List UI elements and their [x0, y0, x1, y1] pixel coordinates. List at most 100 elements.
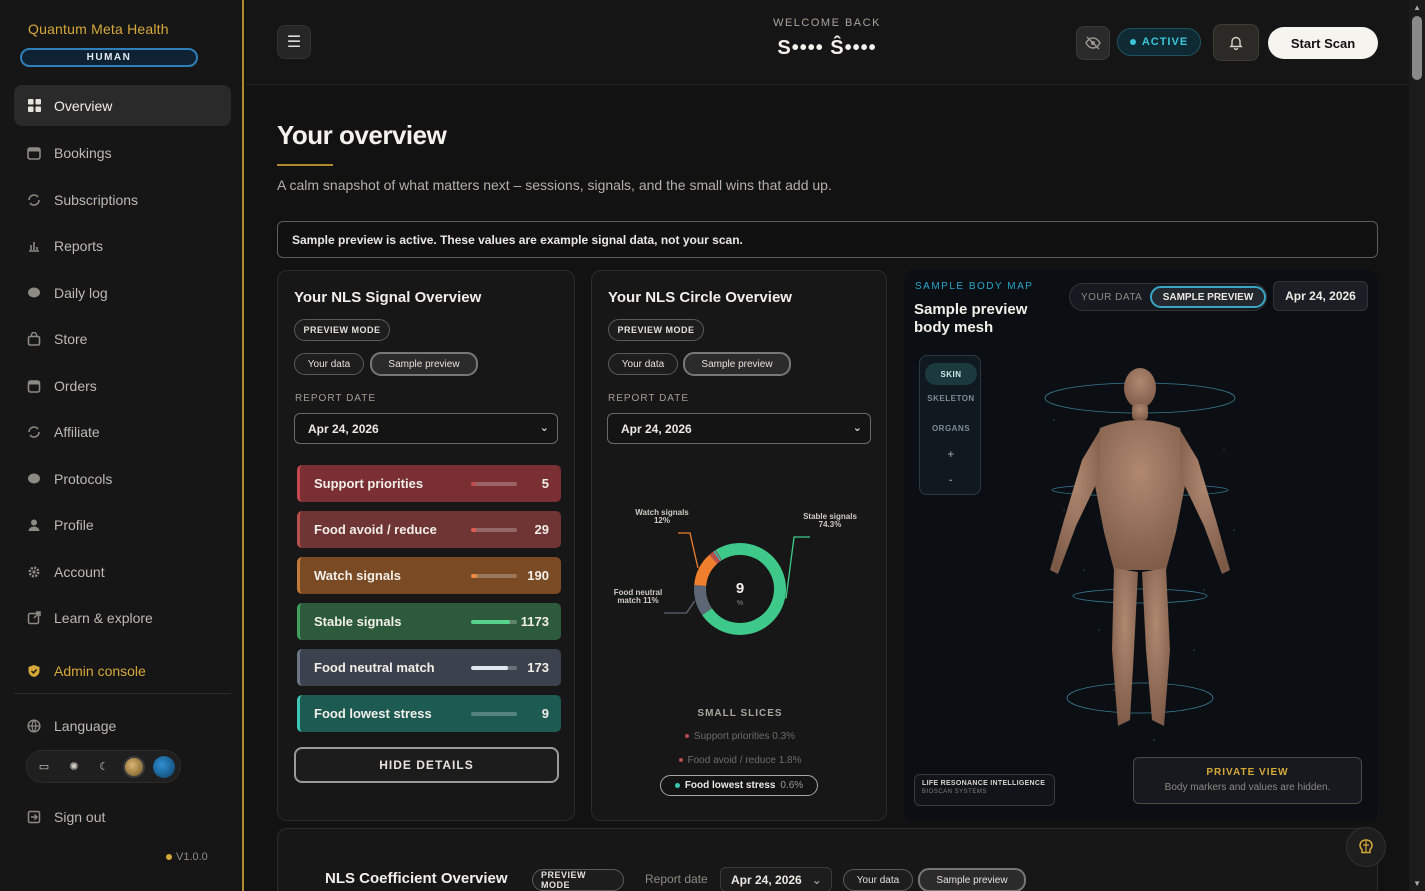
chevron-down-icon: ⌄: [539, 422, 549, 434]
small-slice-item: Food avoid / reduce 1.8%: [592, 755, 888, 766]
sidebar-item-sign-out[interactable]: Sign out: [14, 796, 231, 837]
donut-slice[interactable]: [713, 550, 722, 562]
signal-bar: [471, 712, 517, 716]
layer-skin-button[interactable]: SKIN: [925, 363, 977, 385]
signal-bar-fill: [471, 620, 511, 624]
version-dot: [166, 854, 172, 860]
zoom-out-button[interactable]: -: [925, 469, 977, 491]
zoom-in-button[interactable]: +: [925, 444, 977, 466]
signal-row[interactable]: Stable signals 1173: [297, 603, 561, 640]
eye-off-icon: [1085, 36, 1101, 50]
small-slice-item: Support priorities 0.3%: [592, 731, 888, 742]
your-data-toggle[interactable]: YOUR DATA: [1081, 292, 1142, 303]
sample-preview-toggle[interactable]: SAMPLE PREVIEW: [1150, 286, 1266, 308]
your-data-toggle[interactable]: Your data: [843, 869, 913, 891]
report-date-select[interactable]: Apr 24, 2026 ⌄: [720, 867, 832, 891]
scroll-thumb[interactable]: [1412, 16, 1422, 80]
layer-skeleton-button[interactable]: SKELETON: [925, 387, 977, 409]
grid-icon: [26, 98, 42, 114]
version-label: V1.0.0: [176, 851, 208, 863]
slice-label: Support priorities: [693, 731, 770, 742]
user-name: S•••• Ŝ••••: [777, 37, 877, 59]
signal-row[interactable]: Support priorities 5: [297, 465, 561, 502]
page-scrollbar[interactable]: ▲ ▼: [1409, 0, 1425, 891]
start-scan-button[interactable]: Start Scan: [1268, 27, 1378, 59]
sample-preview-toggle[interactable]: Sample preview: [683, 352, 791, 376]
report-date-value: Apr 24, 2026: [308, 421, 379, 436]
layer-organs-button[interactable]: ORGANS: [925, 417, 977, 439]
signal-value: 173: [527, 660, 549, 675]
sidebar-item-learn[interactable]: Learn & explore: [14, 597, 231, 638]
gear-icon: [26, 564, 42, 580]
signal-label: Food lowest stress: [314, 706, 432, 721]
scroll-down-icon[interactable]: ▼: [1413, 879, 1421, 888]
bubble-icon: [26, 285, 42, 301]
monitor-icon[interactable]: ▭: [33, 756, 55, 778]
bubble-icon: [26, 471, 42, 487]
page-subtitle: A calm snapshot of what matters next – s…: [277, 177, 832, 193]
brain-icon: [1359, 839, 1373, 854]
privacy-toggle-button[interactable]: [1076, 26, 1110, 60]
sidebar-item-orders[interactable]: Orders: [14, 365, 231, 406]
signal-row[interactable]: Food lowest stress 9: [297, 695, 561, 732]
body-mesh-view[interactable]: [904, 270, 1378, 821]
sample-preview-toggle[interactable]: Sample preview: [370, 352, 478, 376]
signal-bar: [471, 666, 517, 670]
gold-theme-swatch[interactable]: [123, 755, 145, 778]
signal-value: 190: [527, 568, 549, 583]
your-data-toggle[interactable]: Your data: [608, 353, 678, 375]
hide-details-button[interactable]: HIDE DETAILS: [294, 747, 559, 783]
body-map-date[interactable]: Apr 24, 2026: [1273, 281, 1368, 311]
signal-row[interactable]: Food neutral match 173: [297, 649, 561, 686]
signal-row[interactable]: Food avoid / reduce 29: [297, 511, 561, 548]
sidebar-item-protocols[interactable]: Protocols: [14, 458, 231, 499]
slice-label: Food avoid / reduce: [687, 755, 776, 766]
sidebar-item-daily-log[interactable]: Daily log: [14, 272, 231, 313]
body-map-eyebrow: SAMPLE BODY MAP: [915, 281, 1034, 292]
donut-slice[interactable]: [709, 551, 721, 564]
body-map-title: Sample preview body mesh: [914, 301, 1028, 336]
sidebar-item-admin-console[interactable]: Admin console: [14, 650, 231, 691]
report-date-select[interactable]: Apr 24, 2026 ⌄: [607, 413, 871, 444]
donut-callout-label: Stable signals 74.3%: [803, 512, 857, 529]
sidebar-item-subscriptions[interactable]: Subscriptions: [14, 179, 231, 220]
sidebar-item-reports[interactable]: Reports: [14, 225, 231, 266]
your-data-toggle[interactable]: Your data: [294, 353, 364, 375]
sidebar-item-label: Bookings: [54, 144, 112, 161]
lri-title: LIFE RESONANCE INTELLIGENCE: [922, 780, 1046, 787]
sidebar: Quantum Meta Health HUMAN Overview Booki…: [0, 0, 244, 891]
sidebar-item-overview[interactable]: Overview: [14, 85, 231, 126]
app-version: V1.0.0: [166, 851, 208, 863]
signal-value: 9: [541, 706, 549, 721]
sidebar-item-label: Reports: [54, 237, 104, 254]
sidebar-item-store[interactable]: Store: [14, 318, 231, 359]
slice-pct: 1.8%: [778, 755, 802, 766]
report-date-label: Report date: [645, 872, 708, 886]
signal-row[interactable]: Watch signals 190: [297, 557, 561, 594]
sidebar-item-label: Orders: [54, 377, 97, 394]
scroll-up-icon[interactable]: ▲: [1413, 3, 1421, 12]
report-date-select[interactable]: Apr 24, 2026 ⌄: [294, 413, 558, 444]
brand-name: Quantum Meta Health: [28, 21, 169, 37]
blue-theme-swatch[interactable]: [153, 755, 175, 778]
assistant-button[interactable]: [1346, 827, 1386, 867]
notifications-button[interactable]: [1213, 24, 1259, 61]
status-dot: [1129, 39, 1136, 45]
donut-callout-label: Watch signals 12%: [635, 508, 689, 525]
sidebar-item-account[interactable]: Account: [14, 551, 231, 592]
highlighted-slice-chip[interactable]: Food lowest stress 0.6%: [660, 775, 818, 796]
moon-icon[interactable]: ☾: [93, 756, 115, 778]
sidebar-item-profile[interactable]: Profile: [14, 504, 231, 545]
page-title: Your overview: [277, 120, 447, 150]
signal-label: Food avoid / reduce: [314, 522, 437, 537]
sidebar-item-bookings[interactable]: Bookings: [14, 132, 231, 173]
sun-icon[interactable]: ✺: [63, 756, 85, 778]
sample-preview-toggle[interactable]: Sample preview: [918, 868, 1026, 891]
sidebar-item-language[interactable]: Language: [14, 705, 231, 746]
menu-toggle-button[interactable]: ☰: [277, 25, 311, 59]
box-icon: [26, 378, 42, 394]
human-figure: [1050, 368, 1230, 726]
sidebar-item-affiliate[interactable]: Affiliate: [14, 411, 231, 452]
signal-bar-fill: [471, 528, 476, 532]
donut-slice[interactable]: [694, 585, 713, 616]
